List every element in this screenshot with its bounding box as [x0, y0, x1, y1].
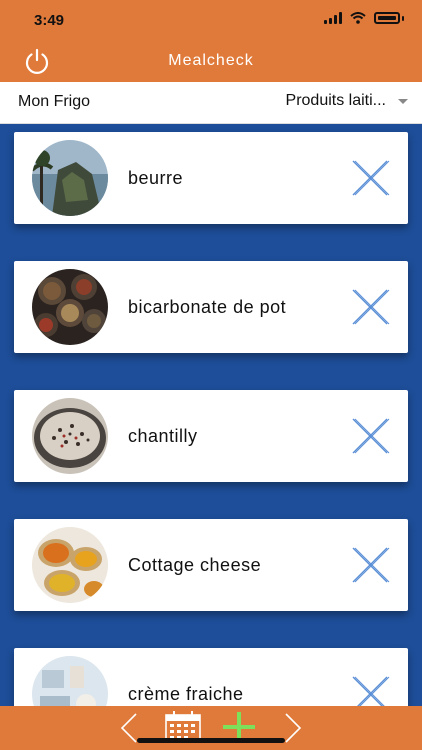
- item-name: crème fraiche: [128, 683, 244, 704]
- list-item[interactable]: chantilly: [14, 390, 408, 482]
- status-icons: [324, 12, 404, 24]
- wifi-icon: [350, 12, 366, 24]
- item-name: chantilly: [128, 425, 198, 446]
- bottom-toolbar: [0, 706, 422, 750]
- category-selected-value: Produits laiti...: [285, 92, 386, 109]
- close-icon[interactable]: [350, 416, 390, 456]
- list-item[interactable]: beurre: [14, 132, 408, 224]
- fridge-label: Mon Frigo: [18, 93, 91, 110]
- item-name: beurre: [128, 167, 184, 188]
- fridge-toolbar: Mon Frigo Produits laiti...: [0, 82, 422, 124]
- status-time: 3:49: [34, 12, 65, 29]
- list-item[interactable]: bicarbonate de pot: [14, 261, 408, 353]
- chevron-right-icon[interactable]: [282, 712, 304, 744]
- signal-icon: [324, 12, 342, 24]
- close-icon[interactable]: [350, 287, 390, 327]
- close-icon[interactable]: [350, 158, 390, 198]
- battery-icon: [374, 12, 400, 24]
- list-item[interactable]: Cottage cheese: [14, 519, 408, 611]
- app-title: Mealcheck: [168, 52, 254, 69]
- close-icon[interactable]: [350, 545, 390, 585]
- home-indicator: [137, 738, 285, 743]
- item-name: bicarbonate de pot: [128, 296, 287, 317]
- item-name: Cottage cheese: [128, 554, 262, 575]
- category-dropdown[interactable]: Produits laiti...: [286, 92, 408, 110]
- item-thumbnail: [32, 140, 108, 216]
- item-thumbnail: [32, 269, 108, 345]
- app-header: 3:49 Mealcheck: [0, 0, 422, 82]
- item-thumbnail: [32, 398, 108, 474]
- item-thumbnail: [32, 527, 108, 603]
- chevron-down-icon: [398, 98, 408, 104]
